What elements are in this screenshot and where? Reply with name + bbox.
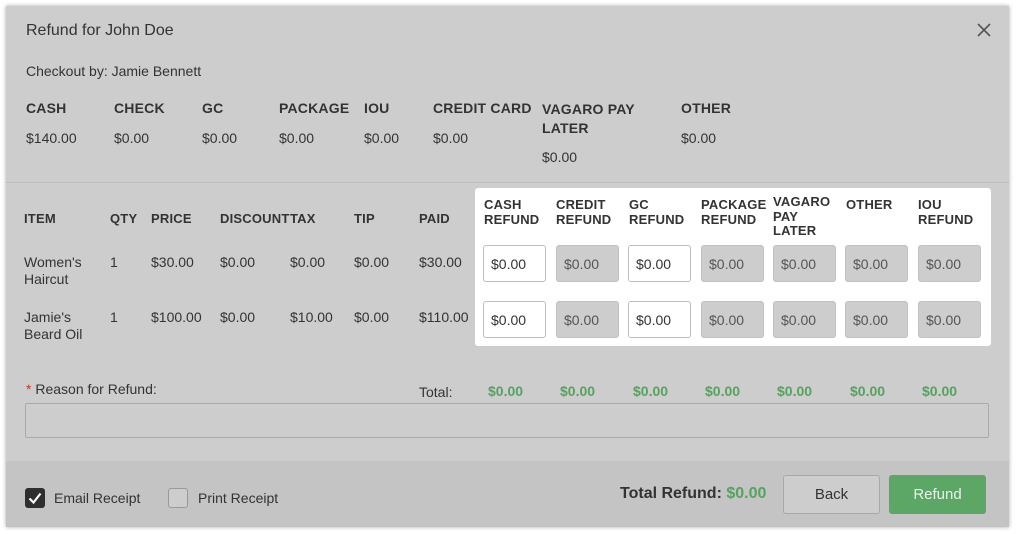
row-tip: $0.00 (354, 254, 390, 270)
totals-label: Total: (419, 384, 453, 400)
gc-refund-input[interactable] (628, 245, 691, 282)
email-receipt-checkbox[interactable] (25, 488, 45, 508)
iou-refund-input (918, 301, 981, 338)
row-price: $100.00 (151, 309, 202, 325)
payment-value-cash: $140.00 (26, 130, 77, 146)
payment-value-credit-card: $0.00 (433, 130, 469, 146)
payment-label-other: OTHER (681, 100, 731, 116)
row-item-name: Women's Haircut (24, 254, 82, 287)
row-discount: $0.00 (220, 309, 256, 325)
total-vagaro-pay-later-refund: $0.00 (777, 383, 813, 399)
refund-header-package: PACKAGE REFUND (701, 197, 767, 227)
payment-value-check: $0.00 (114, 130, 150, 146)
row-price: $30.00 (151, 254, 194, 270)
checkout-by: Checkout by: Jamie Bennett (26, 63, 202, 79)
credit-refund-input (556, 245, 619, 282)
credit-refund-input (556, 301, 619, 338)
print-receipt-label: Print Receipt (198, 490, 279, 506)
row-tip: $0.00 (354, 309, 390, 325)
reason-label-text: Reason for Refund: (35, 381, 157, 397)
cash-refund-input[interactable] (483, 301, 546, 338)
row-qty: 1 (110, 309, 118, 325)
reason-label: * Reason for Refund: (26, 381, 157, 397)
payment-value-iou: $0.00 (364, 130, 400, 146)
vagaro-pay-later-refund-input (773, 301, 836, 338)
cash-refund-input[interactable] (483, 245, 546, 282)
column-header-price: PRICE (151, 211, 192, 226)
refund-header-vagaro-pay-later: VAGARO PAY LATER (773, 194, 831, 238)
refund-header-gc: GC REFUND (629, 197, 685, 227)
section-divider (6, 182, 1009, 183)
row-qty: 1 (110, 254, 118, 270)
other-refund-input (845, 245, 908, 282)
print-receipt-checkbox[interactable] (168, 488, 188, 508)
package-refund-input (701, 245, 764, 282)
payment-value-gc: $0.00 (202, 130, 238, 146)
payment-label-credit-card: CREDIT CARD (433, 100, 532, 116)
refund-header-iou: IOU REFUND (918, 197, 974, 227)
refund-modal: Refund for John Doe Checkout by: Jamie B… (6, 6, 1009, 527)
payment-label-package: PACKAGE (279, 100, 350, 116)
total-credit-refund: $0.00 (560, 383, 596, 399)
payment-label-cash: CASH (26, 100, 67, 116)
close-icon[interactable] (974, 20, 994, 40)
required-asterisk: * (26, 381, 32, 397)
refund-allocation-panel: CASH REFUND CREDIT REFUND GC REFUND PACK… (475, 188, 991, 346)
row-tax: $10.00 (290, 309, 333, 325)
column-header-paid: PAID (419, 211, 450, 226)
payment-value-package: $0.00 (279, 130, 315, 146)
vagaro-pay-later-refund-input (773, 245, 836, 282)
check-icon (28, 492, 42, 505)
payment-label-iou: IOU (364, 100, 390, 116)
payment-value-vagaro-pay-later: $0.00 (542, 149, 578, 165)
refund-header-credit: CREDIT REFUND (556, 197, 612, 227)
total-refund-label: Total Refund: (620, 485, 722, 502)
gc-refund-input[interactable] (628, 301, 691, 338)
row-paid: $110.00 (419, 309, 469, 325)
column-header-item: ITEM (24, 211, 56, 226)
row-discount: $0.00 (220, 254, 256, 270)
total-gc-refund: $0.00 (633, 383, 669, 399)
total-cash-refund: $0.00 (488, 383, 524, 399)
refund-header-cash: CASH REFUND (484, 197, 540, 227)
email-receipt-label: Email Receipt (54, 490, 141, 506)
column-header-discount: DISCOUNT (220, 211, 290, 226)
total-package-refund: $0.00 (705, 383, 741, 399)
refund-header-other: OTHER (846, 197, 893, 212)
column-header-tip: TIP (354, 211, 375, 226)
payment-label-check: CHECK (114, 100, 165, 116)
package-refund-input (701, 301, 764, 338)
other-refund-input (845, 301, 908, 338)
column-header-tax: TAX (290, 211, 316, 226)
row-item-name: Jamie's Beard Oil (24, 309, 83, 342)
payment-label-vagaro-pay-later: VAGARO PAY LATER (542, 101, 635, 136)
total-iou-refund: $0.00 (922, 383, 958, 399)
row-tax: $0.00 (290, 254, 326, 270)
total-other-refund: $0.00 (850, 383, 886, 399)
total-refund-summary: Total Refund: $0.00 (620, 485, 766, 503)
payment-label-gc: GC (202, 100, 224, 116)
iou-refund-input (918, 245, 981, 282)
back-button[interactable]: Back (783, 475, 880, 514)
modal-title: Refund for John Doe (26, 22, 174, 39)
payment-value-other: $0.00 (681, 130, 717, 146)
refund-button[interactable]: Refund (889, 475, 986, 514)
reason-input[interactable] (25, 403, 989, 438)
column-header-qty: QTY (110, 211, 138, 226)
row-paid: $30.00 (419, 254, 462, 270)
total-refund-value: $0.00 (726, 485, 767, 502)
